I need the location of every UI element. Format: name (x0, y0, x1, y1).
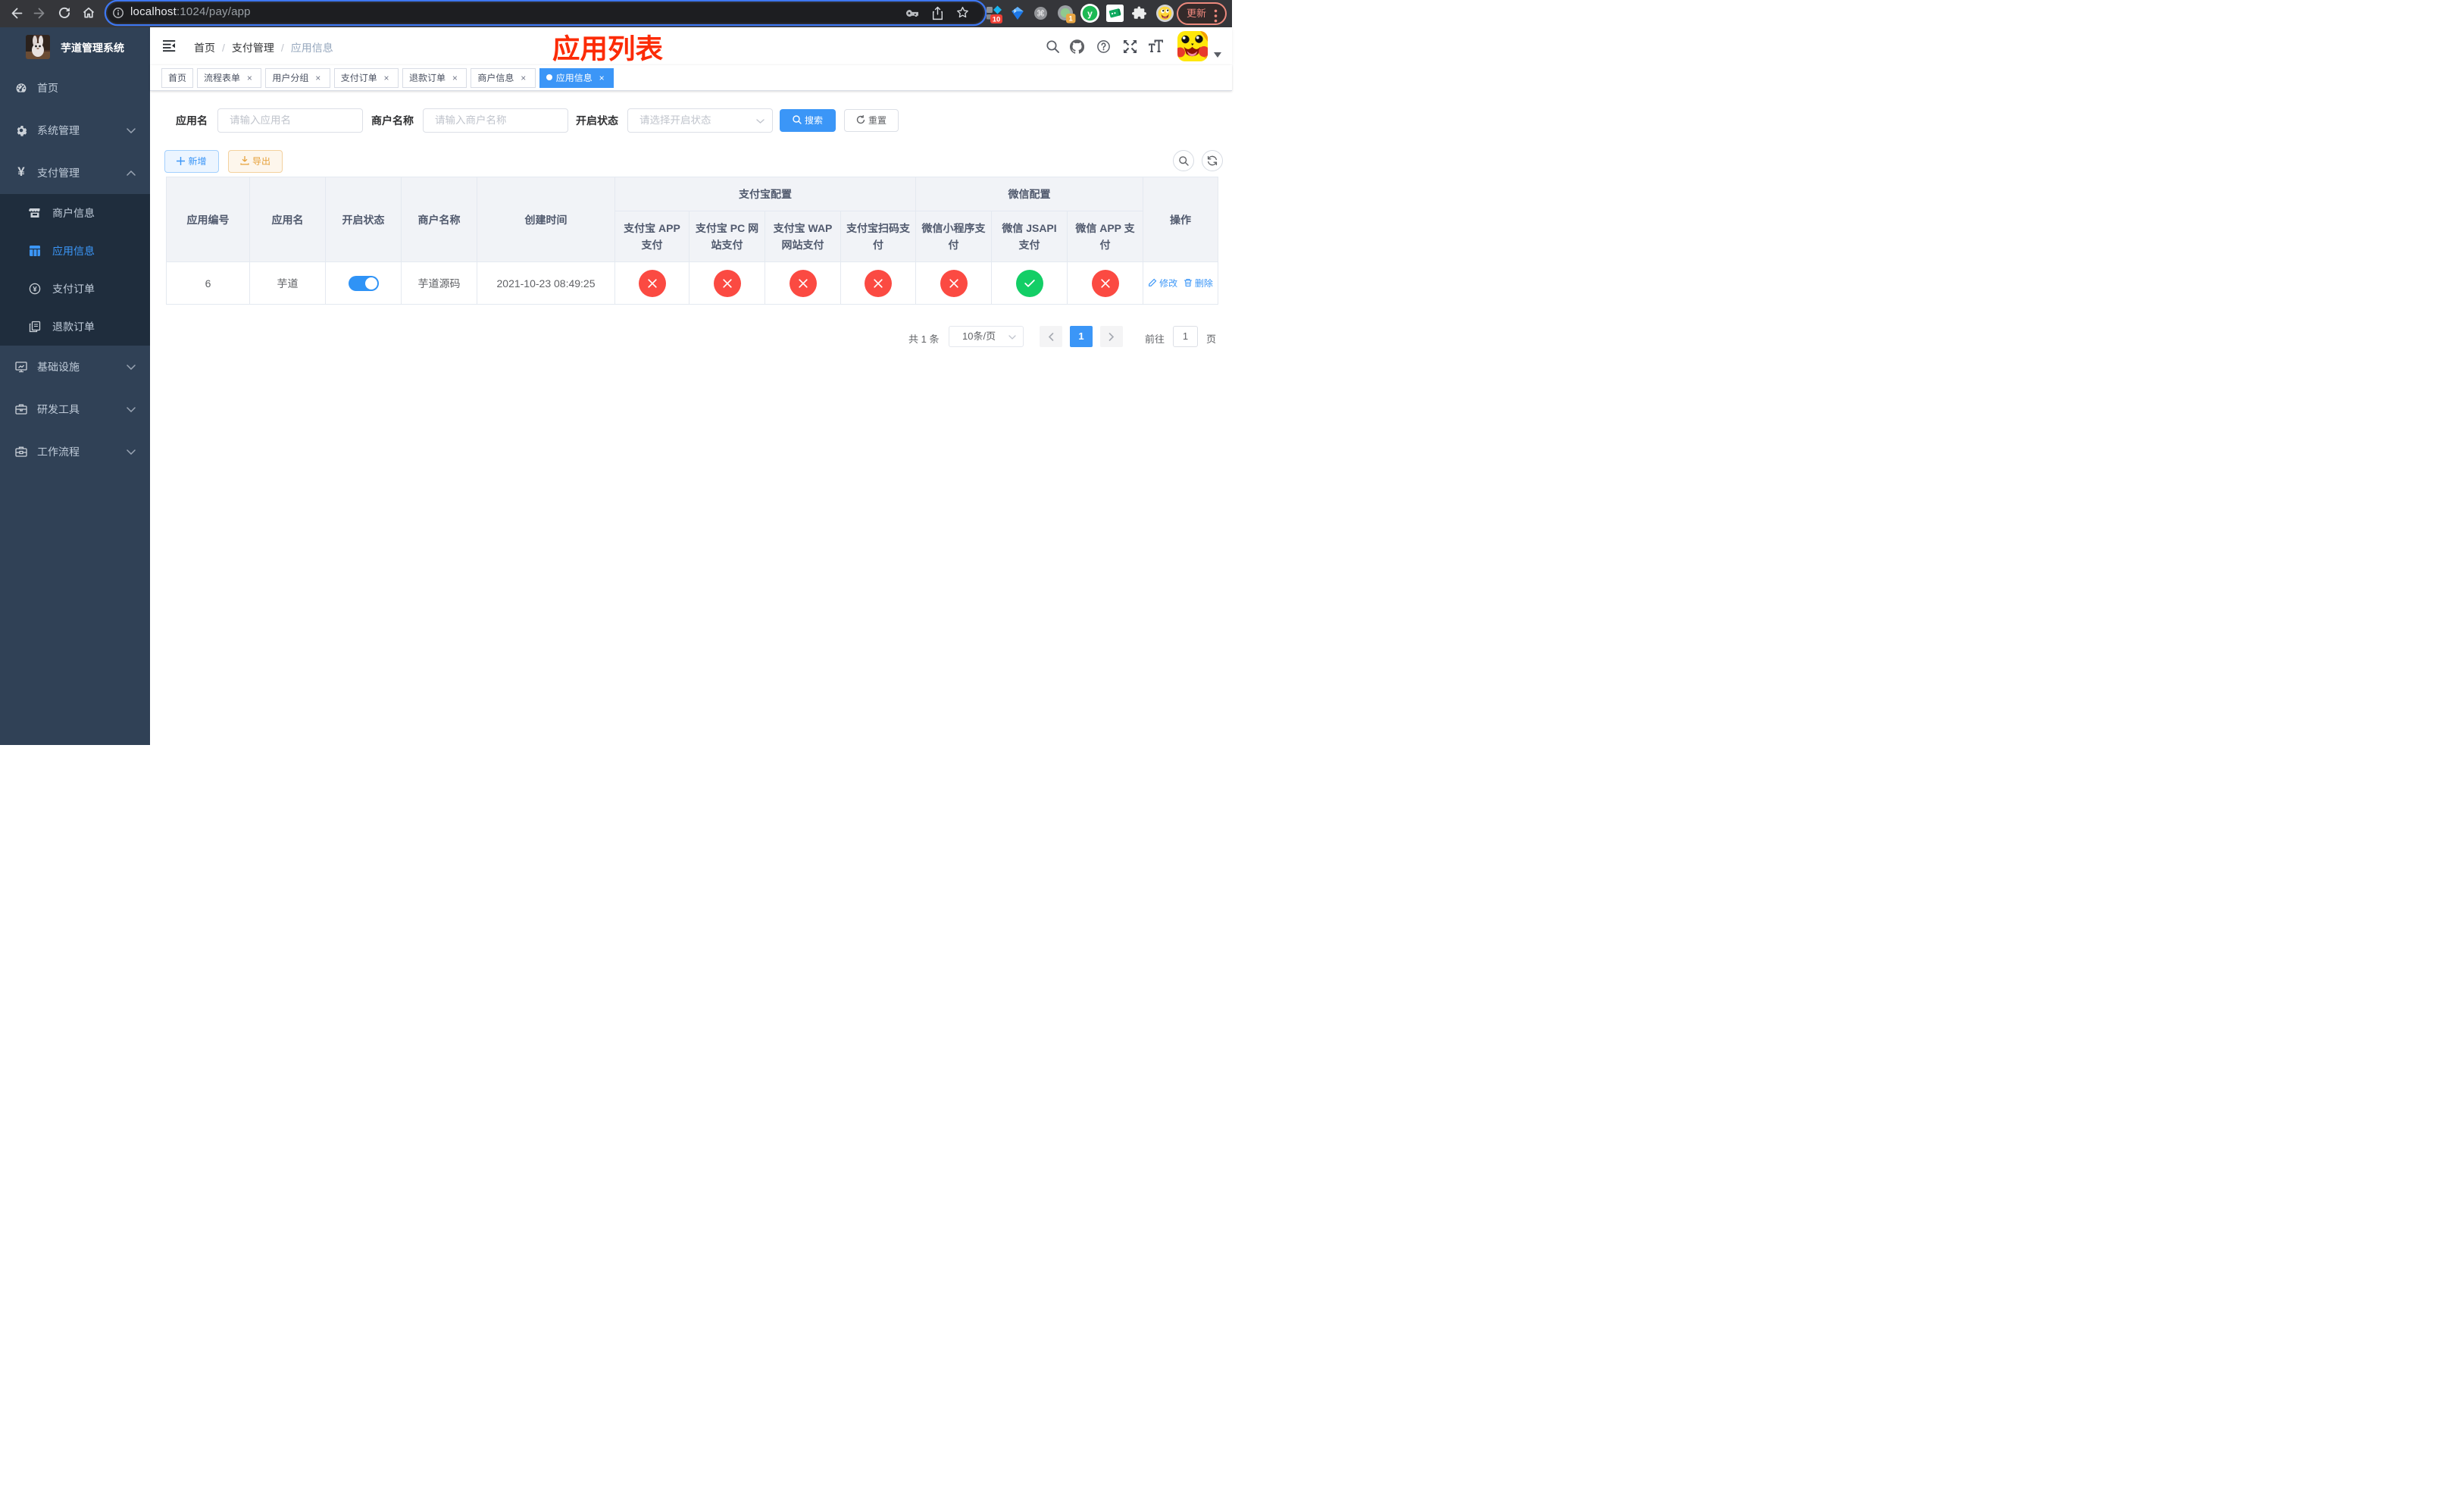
svg-text:⌘: ⌘ (1037, 9, 1045, 18)
svg-text:¥: ¥ (33, 285, 37, 293)
svg-text:y: y (1087, 8, 1093, 19)
svg-text:10: 10 (993, 15, 1001, 23)
svg-text:1: 1 (1069, 15, 1074, 23)
